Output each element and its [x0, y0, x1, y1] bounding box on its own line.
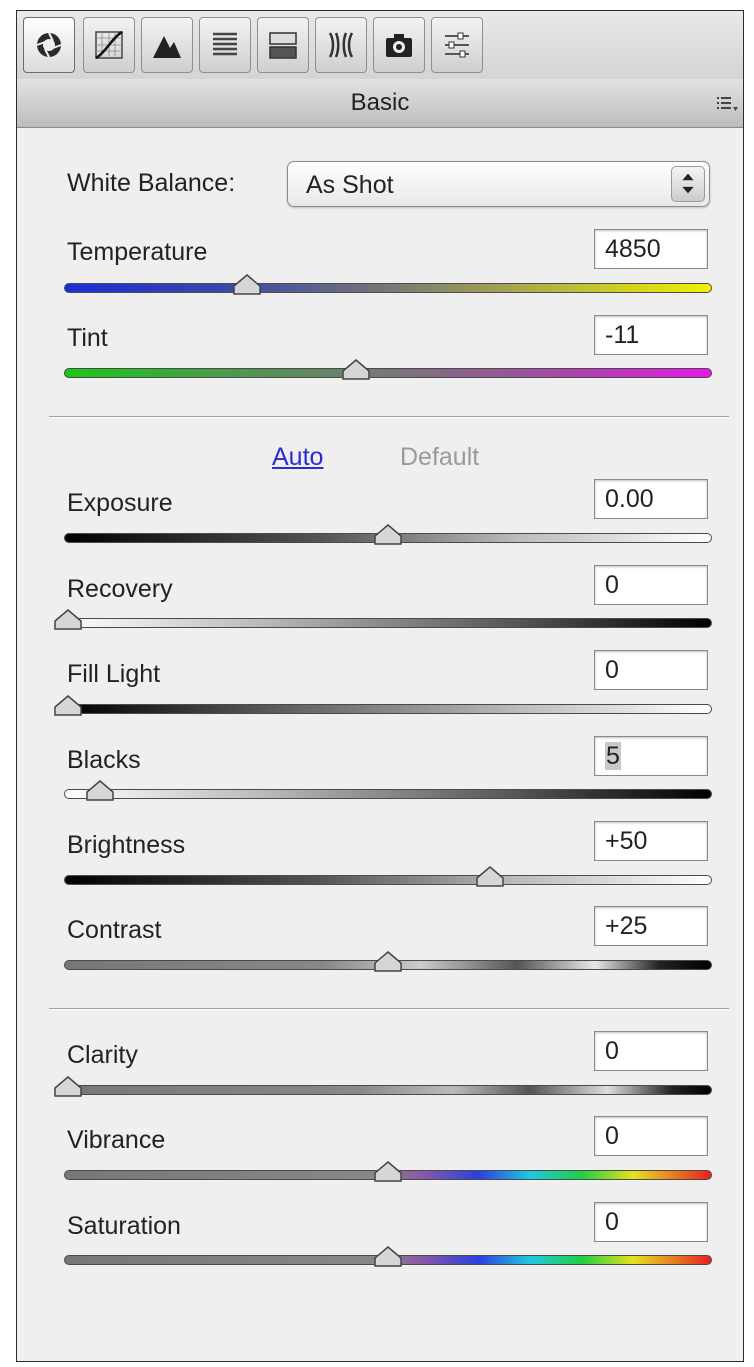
temperature-slider-track[interactable] — [64, 283, 712, 293]
clarity-slider-thumb[interactable] — [52, 1075, 84, 1099]
brightness-label: Brightness — [67, 831, 186, 859]
exposure-slider-thumb[interactable] — [372, 523, 404, 547]
section-divider — [49, 416, 729, 418]
tint-slider-thumb[interactable] — [340, 358, 372, 382]
tab-split-toning[interactable] — [257, 17, 309, 73]
recovery-label: Recovery — [67, 575, 173, 603]
panel-header: Basic — [17, 79, 743, 128]
brightness-slider-thumb[interactable] — [474, 865, 506, 889]
exposure-label: Exposure — [67, 489, 173, 517]
panel-menu-icon[interactable] — [715, 93, 739, 113]
contrast-field[interactable]: +25 — [594, 906, 708, 946]
fill-light-field[interactable]: 0 — [594, 650, 708, 690]
clarity-field[interactable]: 0 — [594, 1031, 708, 1071]
select-stepper-icon — [671, 166, 705, 202]
tab-basic[interactable] — [23, 17, 75, 73]
white-balance-select[interactable]: As Shot — [287, 161, 710, 207]
recovery-field[interactable]: 0 — [594, 565, 708, 605]
tab-camera-calibration[interactable] — [373, 17, 425, 73]
fill-light-slider-thumb[interactable] — [52, 694, 84, 718]
blacks-slider-thumb[interactable] — [84, 779, 116, 803]
fill-light-slider-track[interactable] — [64, 704, 712, 714]
brightness-slider-track[interactable] — [64, 875, 712, 885]
fill-light-label: Fill Light — [67, 660, 161, 688]
tab-lens-corrections[interactable] — [315, 17, 367, 73]
auto-link[interactable]: Auto — [272, 443, 323, 472]
blacks-value: 5 — [605, 742, 621, 770]
tab-detail[interactable] — [141, 17, 193, 73]
presets-sliders-icon — [445, 32, 469, 58]
blacks-slider-track[interactable] — [64, 789, 712, 799]
tab-presets[interactable] — [431, 17, 483, 73]
tone-curve-icon — [95, 30, 123, 60]
temperature-label: Temperature — [67, 238, 208, 266]
section-divider — [49, 1008, 729, 1010]
vibrance-field[interactable]: 0 — [594, 1116, 708, 1156]
saturation-slider-thumb[interactable] — [372, 1245, 404, 1269]
tab-hsl[interactable] — [199, 17, 251, 73]
vibrance-label: Vibrance — [67, 1126, 166, 1154]
tint-label: Tint — [67, 324, 108, 352]
default-link[interactable]: Default — [400, 443, 479, 472]
hsl-lines-icon — [213, 32, 237, 56]
white-balance-label: White Balance: — [67, 169, 236, 197]
saturation-label: Saturation — [67, 1212, 181, 1240]
basic-panel: Basic White Balance: As Shot Temperature… — [16, 10, 744, 1362]
contrast-slider-thumb[interactable] — [372, 950, 404, 974]
exposure-field[interactable]: 0.00 — [594, 479, 708, 519]
split-toning-icon — [269, 32, 297, 59]
saturation-field[interactable]: 0 — [594, 1202, 708, 1242]
panel-title: Basic — [350, 89, 410, 116]
blacks-field[interactable]: 5 — [594, 736, 708, 776]
contrast-label: Contrast — [67, 916, 162, 944]
lens-corrections-icon — [328, 32, 354, 58]
recovery-slider-thumb[interactable] — [52, 608, 84, 632]
clarity-label: Clarity — [67, 1041, 138, 1069]
tint-slider-track[interactable] — [64, 368, 712, 378]
camera-icon — [386, 34, 412, 57]
brightness-field[interactable]: +50 — [594, 821, 708, 861]
tab-tone-curve[interactable] — [83, 17, 135, 73]
aperture-icon — [36, 32, 62, 58]
vibrance-slider-thumb[interactable] — [372, 1160, 404, 1184]
recovery-slider-track[interactable] — [64, 618, 712, 628]
tint-field[interactable]: -11 — [594, 315, 708, 355]
blacks-label: Blacks — [67, 746, 141, 774]
clarity-slider-track[interactable] — [64, 1085, 712, 1095]
mountains-icon — [153, 36, 181, 58]
white-balance-value: As Shot — [306, 171, 394, 199]
panel-tab-toolbar — [17, 11, 743, 80]
temperature-field[interactable]: 4850 — [594, 229, 708, 269]
temperature-slider-thumb[interactable] — [231, 273, 263, 297]
